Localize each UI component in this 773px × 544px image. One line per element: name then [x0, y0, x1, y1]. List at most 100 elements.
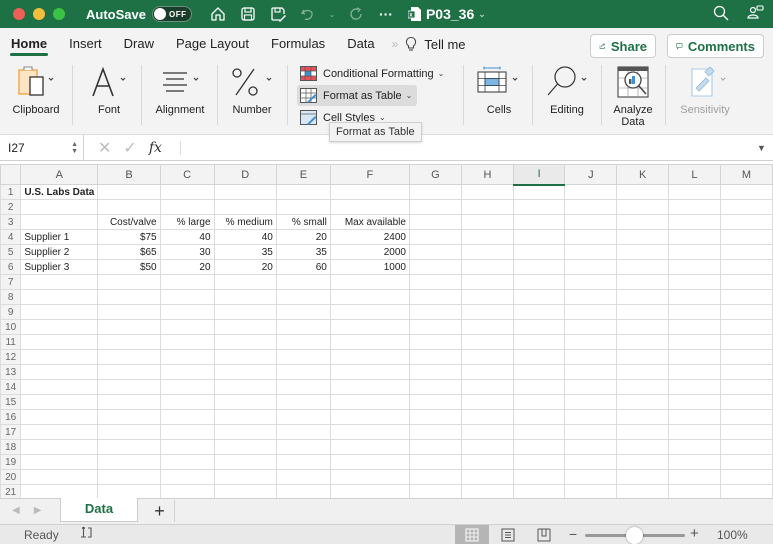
- cell-b14[interactable]: [97, 379, 161, 395]
- cell-e13[interactable]: [275, 364, 331, 380]
- cell-m7[interactable]: [719, 274, 773, 290]
- normal-view-button[interactable]: [455, 525, 489, 544]
- cell-table[interactable]: ABCDEFGHIJKLM 1 U.S. Labs Data 2 3 Cost/valv…: [0, 164, 773, 498]
- cell-j20[interactable]: [564, 469, 618, 485]
- cell-c20[interactable]: [159, 469, 215, 485]
- row-header[interactable]: 2: [0, 199, 22, 215]
- more-icon[interactable]: ···: [376, 4, 396, 24]
- cell-a20[interactable]: [20, 469, 99, 485]
- cell-h15[interactable]: [460, 394, 514, 410]
- cell-i19[interactable]: [512, 454, 566, 470]
- cell-h13[interactable]: [460, 364, 514, 380]
- cell-j7[interactable]: [564, 274, 618, 290]
- cell-m17[interactable]: [719, 424, 773, 440]
- cell-g13[interactable]: [408, 364, 462, 380]
- cell-c1[interactable]: [159, 184, 215, 200]
- cell-l4[interactable]: [668, 229, 721, 245]
- cell-l13[interactable]: [668, 364, 721, 380]
- cell-a10[interactable]: [20, 319, 99, 335]
- cell-e1[interactable]: [275, 184, 331, 200]
- cell-a14[interactable]: [20, 379, 99, 395]
- tab-page-layout[interactable]: Page Layout: [165, 28, 260, 60]
- cell-g19[interactable]: [408, 454, 462, 470]
- cell-f18[interactable]: [329, 439, 410, 455]
- column-header-i[interactable]: I: [512, 164, 566, 186]
- macro-recording-icon[interactable]: [79, 526, 93, 543]
- cell-g5[interactable]: [408, 244, 462, 260]
- cell-l12[interactable]: [668, 349, 721, 365]
- undo-dropdown-icon[interactable]: ⌄: [328, 4, 336, 24]
- cell-b1[interactable]: [97, 184, 161, 200]
- cell-e20[interactable]: [275, 469, 331, 485]
- more-tabs-icon[interactable]: »: [386, 37, 403, 51]
- cell-k9[interactable]: [616, 304, 670, 320]
- cell-i16[interactable]: [512, 409, 566, 425]
- cell-j3[interactable]: [564, 214, 618, 230]
- cell-k15[interactable]: [616, 394, 670, 410]
- cell-e19[interactable]: [275, 454, 331, 470]
- cell-b21[interactable]: [97, 484, 161, 498]
- cell-j18[interactable]: [564, 439, 618, 455]
- cell-h17[interactable]: [460, 424, 514, 440]
- cell-j16[interactable]: [564, 409, 618, 425]
- alignment-group[interactable]: Alignment: [152, 60, 208, 135]
- column-header-f[interactable]: F: [329, 164, 410, 185]
- cell-h21[interactable]: [460, 484, 514, 498]
- cell-d3[interactable]: % medium: [213, 214, 277, 230]
- cell-i20[interactable]: [512, 469, 566, 485]
- clipboard-group[interactable]: Clipboard: [8, 60, 64, 135]
- cell-b18[interactable]: [97, 439, 161, 455]
- cell-h7[interactable]: [460, 274, 514, 290]
- cell-h8[interactable]: [460, 289, 514, 305]
- cell-h14[interactable]: [460, 379, 514, 395]
- cell-g4[interactable]: [408, 229, 462, 245]
- cell-b2[interactable]: [97, 199, 161, 215]
- cell-d6[interactable]: 20: [213, 259, 277, 275]
- cell-a4[interactable]: Supplier 1: [20, 229, 99, 245]
- cell-f8[interactable]: [329, 289, 410, 305]
- cell-l5[interactable]: [668, 244, 721, 260]
- tell-me-search[interactable]: Tell me: [402, 36, 466, 52]
- cell-a12[interactable]: [20, 349, 99, 365]
- cell-a11[interactable]: [20, 334, 99, 350]
- redo-icon[interactable]: [346, 4, 366, 24]
- cell-m2[interactable]: [719, 199, 773, 215]
- cell-l3[interactable]: [668, 214, 721, 230]
- cell-e2[interactable]: [275, 199, 331, 215]
- cell-k21[interactable]: [616, 484, 670, 498]
- cell-k2[interactable]: [616, 199, 670, 215]
- row-header[interactable]: 20: [0, 469, 22, 485]
- cell-k20[interactable]: [616, 469, 670, 485]
- cell-g2[interactable]: [408, 199, 462, 215]
- cell-c9[interactable]: [159, 304, 215, 320]
- cell-b16[interactable]: [97, 409, 161, 425]
- cell-l9[interactable]: [668, 304, 721, 320]
- cell-a13[interactable]: [20, 364, 99, 380]
- row-header[interactable]: 12: [0, 349, 22, 365]
- cell-k5[interactable]: [616, 244, 670, 260]
- cell-a7[interactable]: [20, 274, 99, 290]
- cell-i21[interactable]: [512, 484, 566, 498]
- column-header-l[interactable]: L: [668, 164, 721, 185]
- cell-c21[interactable]: [159, 484, 215, 498]
- select-all-corner[interactable]: [0, 164, 22, 185]
- cell-b19[interactable]: [97, 454, 161, 470]
- name-box-stepper[interactable]: ▲ ▼: [71, 141, 78, 155]
- cancel-icon[interactable]: ✕: [98, 138, 111, 158]
- cell-i17[interactable]: [512, 424, 566, 440]
- cell-h6[interactable]: [460, 259, 514, 275]
- cell-e10[interactable]: [275, 319, 331, 335]
- cell-c7[interactable]: [159, 274, 215, 290]
- cell-f1[interactable]: [329, 184, 410, 200]
- cell-c12[interactable]: [159, 349, 215, 365]
- cell-j19[interactable]: [564, 454, 618, 470]
- cell-d2[interactable]: [213, 199, 277, 215]
- cell-l11[interactable]: [668, 334, 721, 350]
- cell-b20[interactable]: [97, 469, 161, 485]
- cell-m9[interactable]: [719, 304, 773, 320]
- format-as-table-button[interactable]: Format as Table ⌄: [297, 85, 417, 106]
- maximize-window-button[interactable]: [53, 8, 65, 20]
- cell-e17[interactable]: [275, 424, 331, 440]
- cell-k17[interactable]: [616, 424, 670, 440]
- cell-j8[interactable]: [564, 289, 618, 305]
